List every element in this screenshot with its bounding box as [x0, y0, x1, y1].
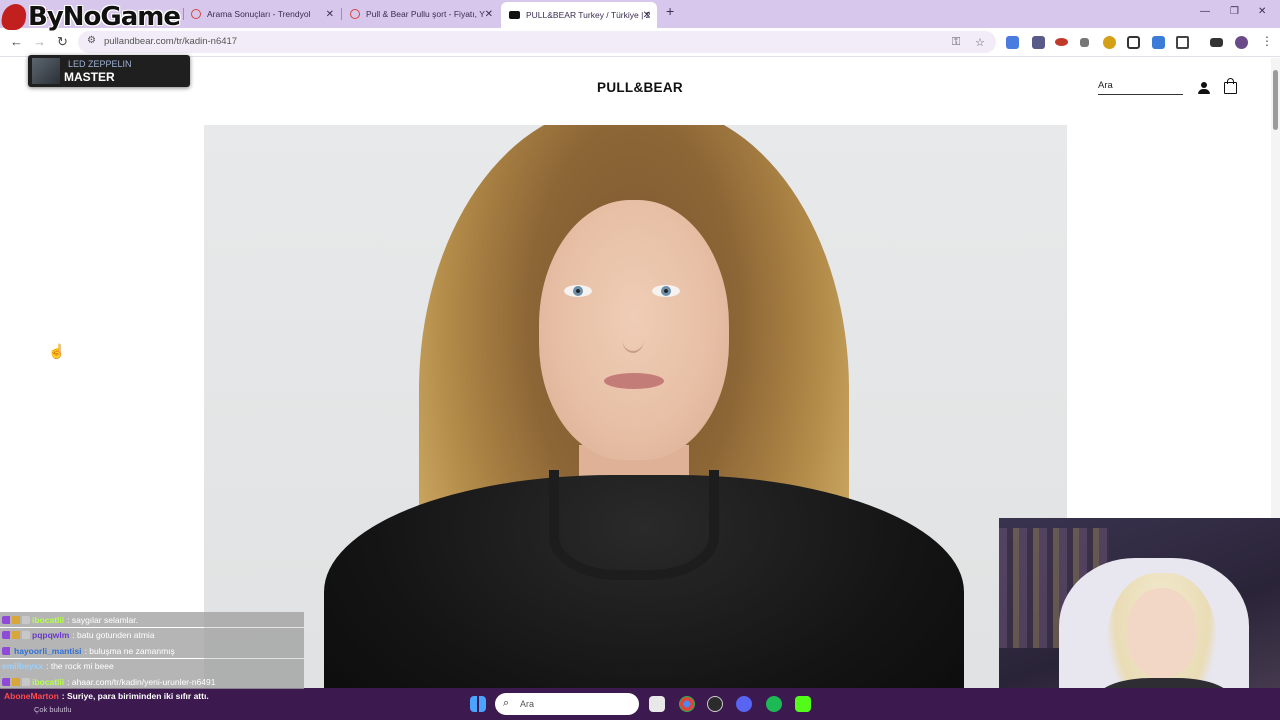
album-cover: [32, 58, 60, 84]
chat-text: : the rock mi beee: [46, 661, 114, 671]
notification-text: : Suriye, para biriminden iki sıfır attı…: [61, 691, 209, 701]
song-title: MASTER: [64, 70, 115, 84]
notification-line: AboneMarton: Suriye, para biriminden iki…: [4, 691, 209, 701]
site-info-icon[interactable]: ⚙: [87, 35, 96, 46]
close-tab-icon[interactable]: ✕: [643, 10, 651, 21]
browser-menu-icon[interactable]: ⋮: [1261, 34, 1273, 48]
trendyol-favicon-icon: [350, 9, 360, 19]
discord-icon[interactable]: [736, 696, 752, 712]
channel-logo-text: ByNoGame: [28, 2, 181, 32]
tab-title: PULL&BEAR Turkey / Türkiye | 2: [526, 10, 651, 20]
browser-tabbar: ✕ Arama Sonuçları - Trendyol ✕ Pull & Be…: [0, 0, 1280, 28]
minimize-icon[interactable]: —: [1200, 6, 1210, 17]
chat-message: emilbeyxx : the rock mi beee: [0, 658, 304, 674]
extension-icon[interactable]: [1103, 36, 1116, 49]
close-tab-icon[interactable]: ✕: [485, 9, 493, 20]
hero-image[interactable]: [204, 125, 1067, 688]
back-icon[interactable]: ←: [10, 34, 23, 49]
site-logo[interactable]: PULL&BEAR: [0, 80, 1280, 95]
file-explorer-icon[interactable]: [649, 696, 665, 712]
chat-username: pqpqwlm: [32, 630, 70, 640]
pullandbear-favicon-icon: [509, 11, 520, 19]
chat-message: ibocatlii : ahaar.com/tr/kadin/yeni-urun…: [0, 674, 304, 689]
extension-icon[interactable]: [1080, 38, 1089, 47]
password-key-icon[interactable]: ⚿: [952, 36, 960, 49]
forward-icon[interactable]: →: [33, 34, 46, 49]
bag-icon[interactable]: [1224, 78, 1237, 94]
restore-icon[interactable]: ❐: [1230, 6, 1239, 17]
eye: [564, 285, 592, 297]
extension-icon[interactable]: [1127, 36, 1140, 49]
reload-icon[interactable]: ↻: [57, 34, 68, 50]
chat-badges-icon: [2, 615, 30, 624]
search-icon: ⌕: [503, 697, 510, 709]
streamer-face: [1127, 588, 1197, 678]
chat-notification: AboneMarton: Suriye, para biriminden iki…: [0, 689, 304, 717]
url-text: pullandbear.com/tr/kadin-n6417: [104, 36, 238, 47]
extension-icon[interactable]: [1152, 36, 1165, 49]
chat-badges-icon: [2, 677, 30, 686]
start-menu-icon[interactable]: [470, 696, 486, 712]
scrollbar-thumb[interactable]: [1273, 70, 1278, 130]
media-control-icon[interactable]: [1210, 38, 1223, 47]
browser-tab-active[interactable]: PULL&BEAR Turkey / Türkiye | 2 ✕: [501, 2, 657, 28]
now-playing-widget: LED ZEPPELIN MASTER: [28, 55, 190, 87]
tab-divider: [183, 8, 184, 20]
taskbar-search-placeholder: Ara: [520, 699, 535, 709]
taskbar-search[interactable]: ⌕ Ara: [495, 693, 639, 715]
browser-toolbar: ← → ↻ ⚙ pullandbear.com/tr/kadin-n6417 ⚿…: [0, 28, 1280, 57]
eye: [652, 285, 680, 297]
chat-text: : buluşma ne zamanmış: [84, 645, 175, 656]
search-input[interactable]: [1098, 80, 1183, 91]
chat-badges-icon: [2, 631, 30, 639]
trendyol-favicon-icon: [191, 9, 201, 19]
close-window-icon[interactable]: ✕: [1258, 6, 1266, 17]
translate-extension-icon[interactable]: [1006, 36, 1019, 49]
stream-chat: ibocatlii : saygılar selamlar. pqpqwlm :…: [0, 612, 304, 690]
hand-cursor-icon: ☝: [48, 343, 66, 359]
chat-message: ibocatlii : saygılar selamlar.: [0, 612, 304, 627]
chrome-icon[interactable]: [679, 696, 695, 712]
profile-avatar[interactable]: [1235, 36, 1248, 49]
extensions-puzzle-icon[interactable]: [1176, 36, 1189, 49]
site-search[interactable]: [1098, 80, 1183, 95]
chat-username: hayoorli_mantisi: [14, 645, 82, 656]
chat-text: : batu gotunden atmia: [72, 630, 155, 640]
chat-text: : ahaar.com/tr/kadin/yeni-urunler-n6491: [67, 676, 216, 687]
address-bar[interactable]: ⚙ pullandbear.com/tr/kadin-n6417 ⚿ ☆: [78, 31, 996, 53]
browser-tab-2[interactable]: Arama Sonuçları - Trendyol ✕: [191, 4, 334, 24]
chat-message: pqpqwlm : batu gotunden atmia: [0, 627, 304, 643]
tab-title: Pull & Bear Pullu şort - Fiyatı, Y: [366, 9, 485, 19]
extension-icon[interactable]: [1055, 38, 1068, 46]
obs-icon[interactable]: [707, 696, 723, 712]
bynogame-logo-icon: [0, 4, 28, 30]
notification-username: AboneMarton: [4, 691, 59, 701]
chat-username: emilbeyxx: [2, 661, 44, 671]
bookmark-star-icon[interactable]: ☆: [975, 36, 985, 49]
browser-tab-3[interactable]: Pull & Bear Pullu şort - Fiyatı, Y ✕: [350, 4, 493, 24]
channel-logo: ByNoGame: [0, 2, 181, 32]
chat-message: hayoorli_mantisi : buluşma ne zamanmış: [0, 643, 304, 658]
weather-subtext: Çok bulutlu: [34, 705, 72, 714]
chat-username: ibocatlii: [32, 676, 65, 687]
tab-divider: [341, 8, 342, 20]
chat-username: ibocatlii: [32, 614, 65, 625]
live-app-icon[interactable]: [795, 696, 811, 712]
extension-icon[interactable]: [1032, 36, 1045, 49]
new-tab-button[interactable]: +: [666, 3, 674, 19]
song-artist: LED ZEPPELIN: [68, 59, 132, 69]
user-icon[interactable]: [1198, 82, 1210, 94]
tab-title: Arama Sonuçları - Trendyol: [207, 9, 311, 19]
spotify-icon[interactable]: [766, 696, 782, 712]
close-tab-icon[interactable]: ✕: [326, 9, 334, 20]
chat-text: : saygılar selamlar.: [67, 614, 138, 625]
chat-badges-icon: [2, 646, 12, 655]
